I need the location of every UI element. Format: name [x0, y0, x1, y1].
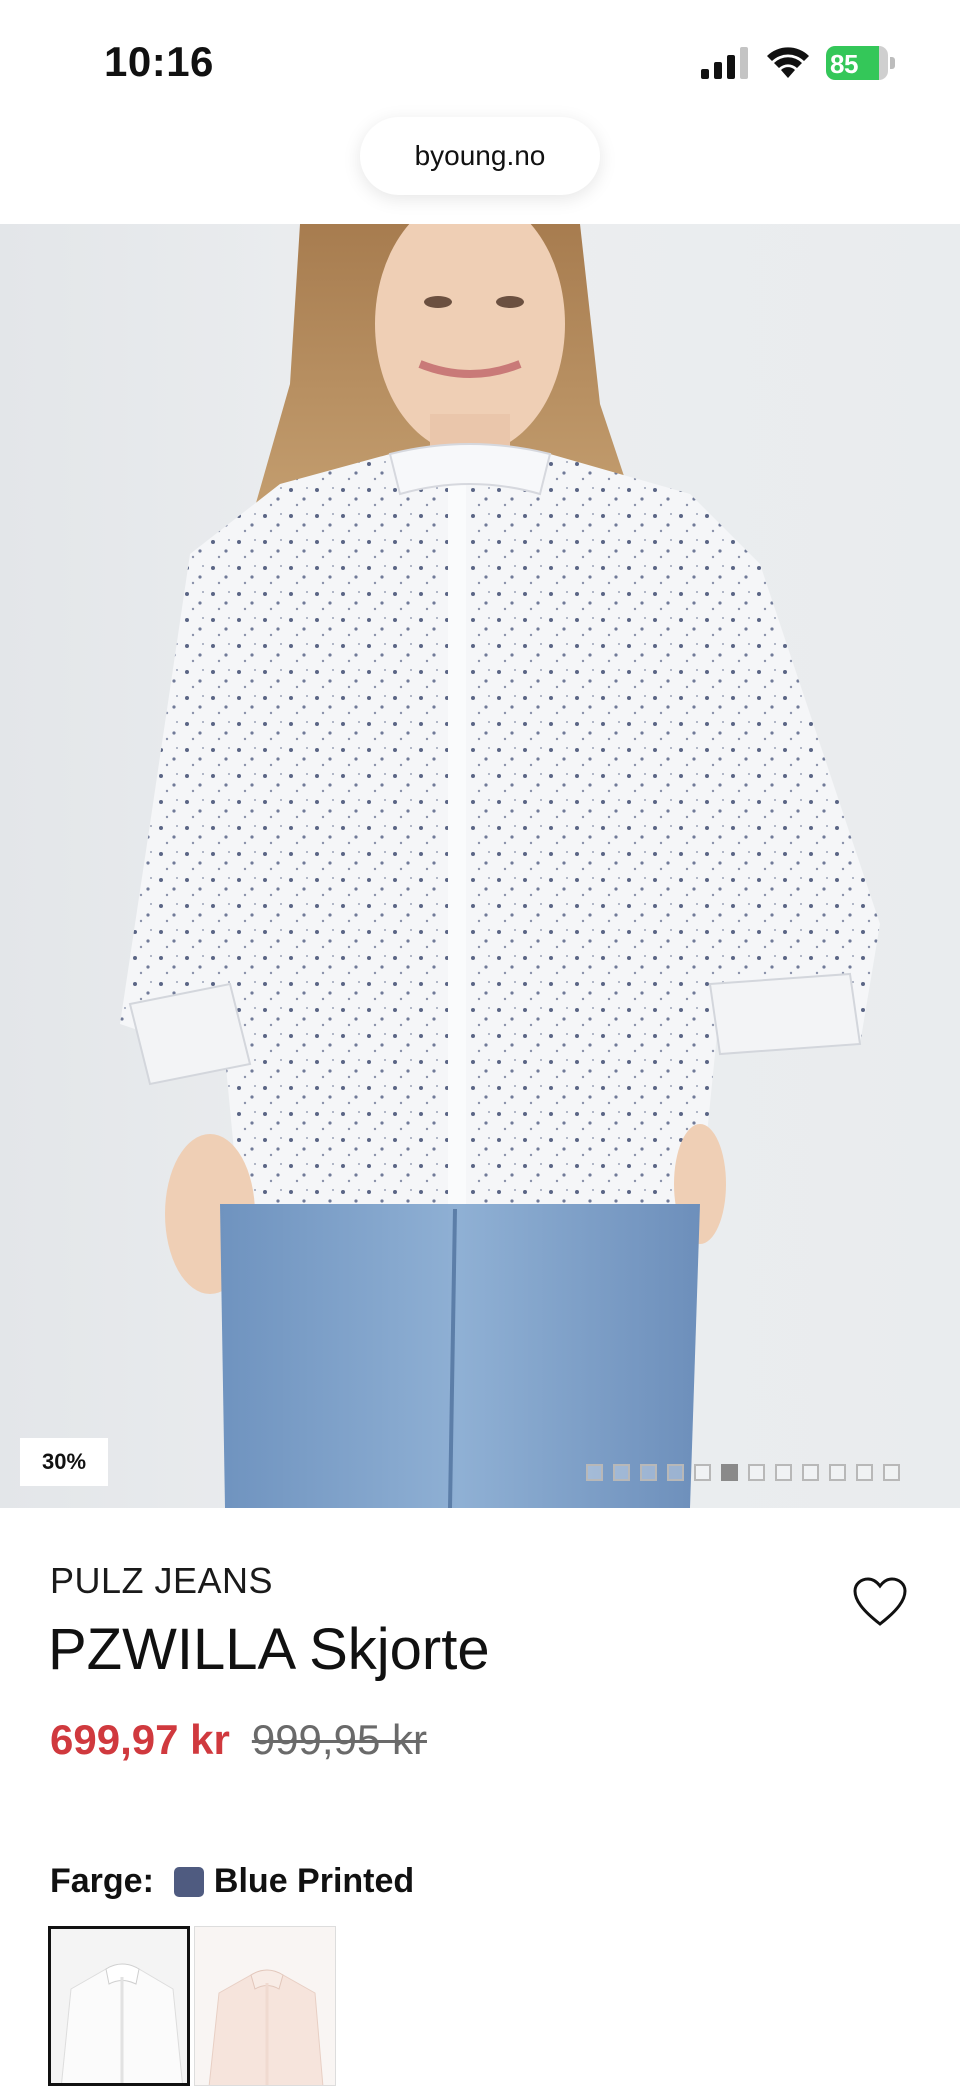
url-field[interactable]: byoung.no	[360, 117, 600, 195]
status-time: 10:16	[104, 38, 214, 85]
variant-thumbnail	[195, 1927, 335, 2085]
product-brand[interactable]: PULZ JEANS	[50, 1560, 273, 1602]
original-price: 999,95 kr	[251, 1716, 427, 1763]
color-selector-header: Farge: Blue Printed	[50, 1862, 414, 1901]
color-swatch	[173, 1866, 204, 1897]
battery-icon: 85	[826, 46, 896, 80]
carousel-dot[interactable]	[613, 1464, 630, 1481]
carousel-dot[interactable]	[829, 1464, 846, 1481]
carousel-dot[interactable]	[694, 1464, 711, 1481]
wifi-icon	[767, 47, 809, 78]
carousel-dot[interactable]	[748, 1464, 765, 1481]
carousel-dot[interactable]	[586, 1464, 603, 1481]
carousel-dot[interactable]	[667, 1464, 684, 1481]
browser-url-bar: byoung.no	[0, 105, 960, 225]
product-photo	[120, 224, 880, 1508]
product-image[interactable]: 30%	[0, 224, 960, 1508]
variant-thumbnail	[51, 1929, 187, 2083]
cellular-signal-icon	[701, 47, 748, 79]
color-label: Farge:	[50, 1862, 154, 1900]
carousel-dot[interactable]	[640, 1464, 657, 1481]
color-variant-list	[48, 1926, 336, 2086]
color-variant-blue-printed[interactable]	[48, 1926, 190, 2086]
battery-level: 85	[830, 49, 858, 79]
product-title: PZWILLA Skjorte	[48, 1617, 490, 1682]
carousel-dot[interactable]	[883, 1464, 900, 1481]
carousel-dot[interactable]	[802, 1464, 819, 1481]
discount-badge: 30%	[20, 1438, 108, 1486]
sale-price: 699,97 kr	[50, 1716, 230, 1763]
heart-icon[interactable]	[852, 1576, 908, 1628]
carousel-dot[interactable]	[856, 1464, 873, 1481]
carousel-indicator[interactable]	[586, 1464, 900, 1481]
carousel-dot[interactable]	[721, 1464, 738, 1481]
selected-color-name: Blue Printed	[213, 1862, 415, 1900]
carousel-dot[interactable]	[775, 1464, 792, 1481]
status-bar: 10:16 85	[0, 0, 960, 120]
price-row: 699,97 kr 999,95 kr	[50, 1716, 427, 1764]
color-variant-pink-printed[interactable]	[194, 1926, 336, 2086]
